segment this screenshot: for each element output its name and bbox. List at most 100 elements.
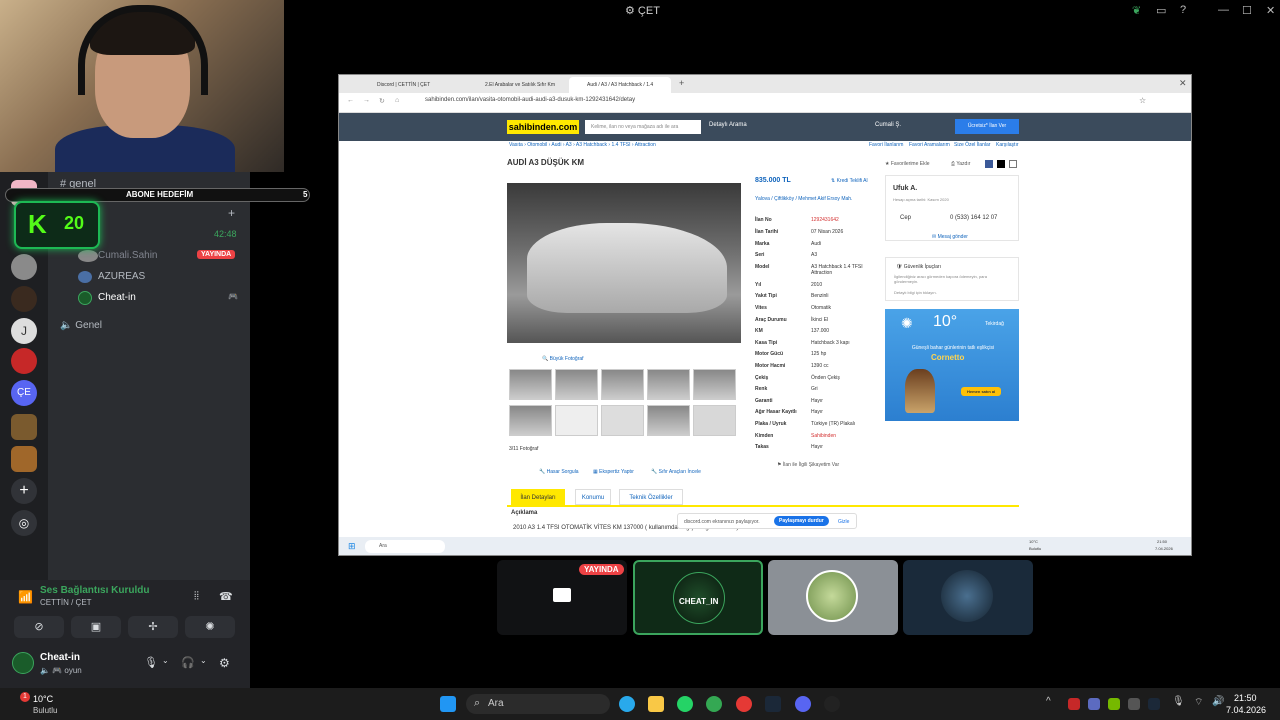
volume-icon[interactable]: 🔊 (1212, 696, 1224, 707)
photo-thumb[interactable] (555, 369, 598, 400)
guild-icon-avatar[interactable] (11, 254, 37, 280)
facebook-icon[interactable] (985, 160, 993, 168)
add-server-icon[interactable]: + (11, 478, 37, 504)
disconnect-icon[interactable]: ☎ (219, 590, 233, 603)
breadcrumb[interactable]: Vasıta › Otomobil › Audi › A3 › A3 Hatch… (509, 142, 656, 148)
help-icon[interactable]: ? (1180, 4, 1186, 16)
taskbar-search[interactable]: Ara (466, 694, 610, 714)
inbox-icon[interactable]: ▭ (1156, 4, 1166, 17)
voice-status[interactable]: Ses Bağlantısı Kuruldu (40, 585, 149, 596)
star-icon[interactable]: ☆ (1139, 96, 1146, 105)
print-link[interactable]: ⎙ Yazdır (951, 161, 970, 167)
weather-temp[interactable]: 10°C (33, 694, 53, 704)
obs-icon[interactable] (824, 696, 840, 712)
maximize-icon[interactable]: ☐ (1242, 4, 1252, 17)
photo-thumb[interactable] (555, 405, 598, 436)
main-car-photo[interactable] (507, 183, 741, 343)
ad-cta-button[interactable]: Hemen satın al (961, 387, 1002, 396)
user-tile-2[interactable] (768, 560, 898, 635)
guild-icon-game[interactable] (11, 286, 37, 312)
stop-sharing-button[interactable]: Paylaşmayı durdur (774, 516, 829, 526)
voice-server[interactable]: CETTİN / ÇET (40, 598, 92, 607)
security-more[interactable]: Detaylı bilgi için tıklayın. (894, 290, 937, 295)
credit-link[interactable]: ⇅ Kredi Teklifi Al (831, 178, 868, 184)
url-text[interactable]: sahibinden.com/ilan/vasita-otomobil-audi… (425, 97, 635, 103)
tab-ad-details[interactable]: İlan Detayları (511, 489, 565, 505)
start-icon[interactable] (440, 696, 456, 712)
chevron-up-icon[interactable]: ^ (1046, 696, 1051, 707)
camera-off-button[interactable]: ⊘ (14, 616, 64, 638)
avatar[interactable] (12, 652, 34, 674)
location-link[interactable]: Yalova / Çiftlikköy / Mehmet Akif Ersoy … (755, 196, 865, 203)
top-link[interactable]: Favori İlanlarım (869, 142, 903, 148)
tray-icon[interactable] (1128, 698, 1140, 710)
big-photo-link[interactable]: 🔍 Büyük Fotoğraf (542, 356, 584, 362)
forward-icon[interactable]: → (363, 97, 370, 104)
inner-search-box[interactable]: Ara (365, 540, 445, 553)
detailed-search-link[interactable]: Detaylı Arama (709, 122, 747, 128)
screen-share-button[interactable]: ▣ (71, 616, 121, 638)
clock-date[interactable]: 7.04.2026 (1226, 705, 1266, 715)
guild-icon-ce[interactable]: ÇE (11, 380, 37, 406)
mic-icon[interactable]: 🎙 (1172, 696, 1185, 707)
tray-icon[interactable] (1068, 698, 1080, 710)
add-channel-icon[interactable]: + (228, 206, 235, 220)
steam-tray-icon[interactable] (1148, 698, 1160, 710)
photo-thumb[interactable] (509, 369, 552, 400)
guild-icon-game2[interactable] (11, 414, 37, 440)
discord-icon[interactable] (795, 696, 811, 712)
leaf-icon[interactable]: ❦ (1132, 4, 1141, 17)
top-link[interactable]: Size Özel İlanlar (954, 142, 990, 148)
photo-thumb[interactable] (509, 405, 552, 436)
chevron-down-icon[interactable]: ⌄ (162, 656, 169, 665)
user-tile-3[interactable] (903, 560, 1033, 635)
hide-button[interactable]: Gizle (838, 519, 849, 525)
photo-thumb[interactable] (693, 405, 736, 436)
photo-thumb[interactable] (601, 369, 644, 400)
user-cumali[interactable]: Cumali.Sahin (98, 250, 157, 261)
close-icon[interactable]: ✕ (1179, 78, 1187, 89)
top-link[interactable]: Karşılaştır (996, 142, 1019, 148)
post-ad-button[interactable]: Ücretsiz* İlan Ver (955, 119, 1019, 134)
tab-technical[interactable]: Teknik Özellikler (619, 489, 683, 505)
favorite-link[interactable]: ★ Favorilerime Ekle (885, 161, 930, 167)
back-icon[interactable]: ← (347, 97, 354, 104)
chrome-icon[interactable] (706, 696, 722, 712)
tab-discord[interactable]: Discord | CETTİN | ÇET (359, 77, 467, 93)
gear-icon[interactable]: ⚙ (219, 656, 230, 670)
guild-icon-red[interactable] (11, 348, 37, 374)
new-cars-link[interactable]: 🔧 Sıfır Araçları İncele (651, 469, 701, 475)
telegram-icon[interactable] (619, 696, 635, 712)
chevron-down-icon[interactable]: ⌄ (200, 656, 207, 665)
close-icon[interactable]: ✕ (1266, 4, 1275, 17)
new-tab-icon[interactable]: + (679, 78, 684, 88)
headphones-icon[interactable]: 🎧 (181, 656, 195, 669)
weather-desc[interactable]: Bulutlu (33, 706, 57, 715)
mic-icon[interactable]: 🎙 (144, 656, 158, 669)
tab-location[interactable]: Konumu (575, 489, 611, 505)
advertisement[interactable]: ✺ 10° Tekirdağ Güneşli bahar günlerinin … (885, 309, 1019, 421)
guild-icon-j[interactable]: J (11, 318, 37, 344)
photo-thumb[interactable] (647, 369, 690, 400)
voice-channel-genel[interactable]: 🔈 Genel (60, 320, 102, 331)
tray-icon[interactable] (1088, 698, 1100, 710)
minimize-icon[interactable]: — (1218, 4, 1229, 16)
noise-icon[interactable]: ⦙⦙ (194, 590, 199, 603)
home-icon[interactable]: ⌂ (395, 97, 399, 104)
user-tile-cheatin[interactable]: CHEAT_IN (633, 560, 763, 635)
mail-icon[interactable] (1009, 160, 1017, 168)
clock-time[interactable]: 21:50 (1234, 693, 1257, 703)
site-logo[interactable]: sahibinden.com (507, 120, 579, 134)
user-azureas[interactable]: AZUREAS (98, 271, 145, 282)
x-icon[interactable] (997, 160, 1005, 168)
photo-thumb[interactable] (647, 405, 690, 436)
report-link[interactable]: ⚑ İlan ile İlgili Şikayetim Var (777, 462, 839, 468)
tab-audi[interactable]: Audi / A3 / A3 Hatchback / 1.4 (569, 77, 671, 93)
top-link[interactable]: Favori Aramalarım (909, 142, 950, 148)
photo-thumb[interactable] (601, 405, 644, 436)
expertise-link[interactable]: ▦ Ekspertiz Yaptır (593, 469, 634, 475)
seller-name[interactable]: Ufuk A. (893, 185, 917, 192)
activities-button[interactable]: ✢ (128, 616, 178, 638)
reload-icon[interactable]: ↻ (379, 97, 385, 105)
tab-arabalar[interactable]: 2.El Arabalar ve Satılık Sıfır Km (467, 77, 567, 93)
